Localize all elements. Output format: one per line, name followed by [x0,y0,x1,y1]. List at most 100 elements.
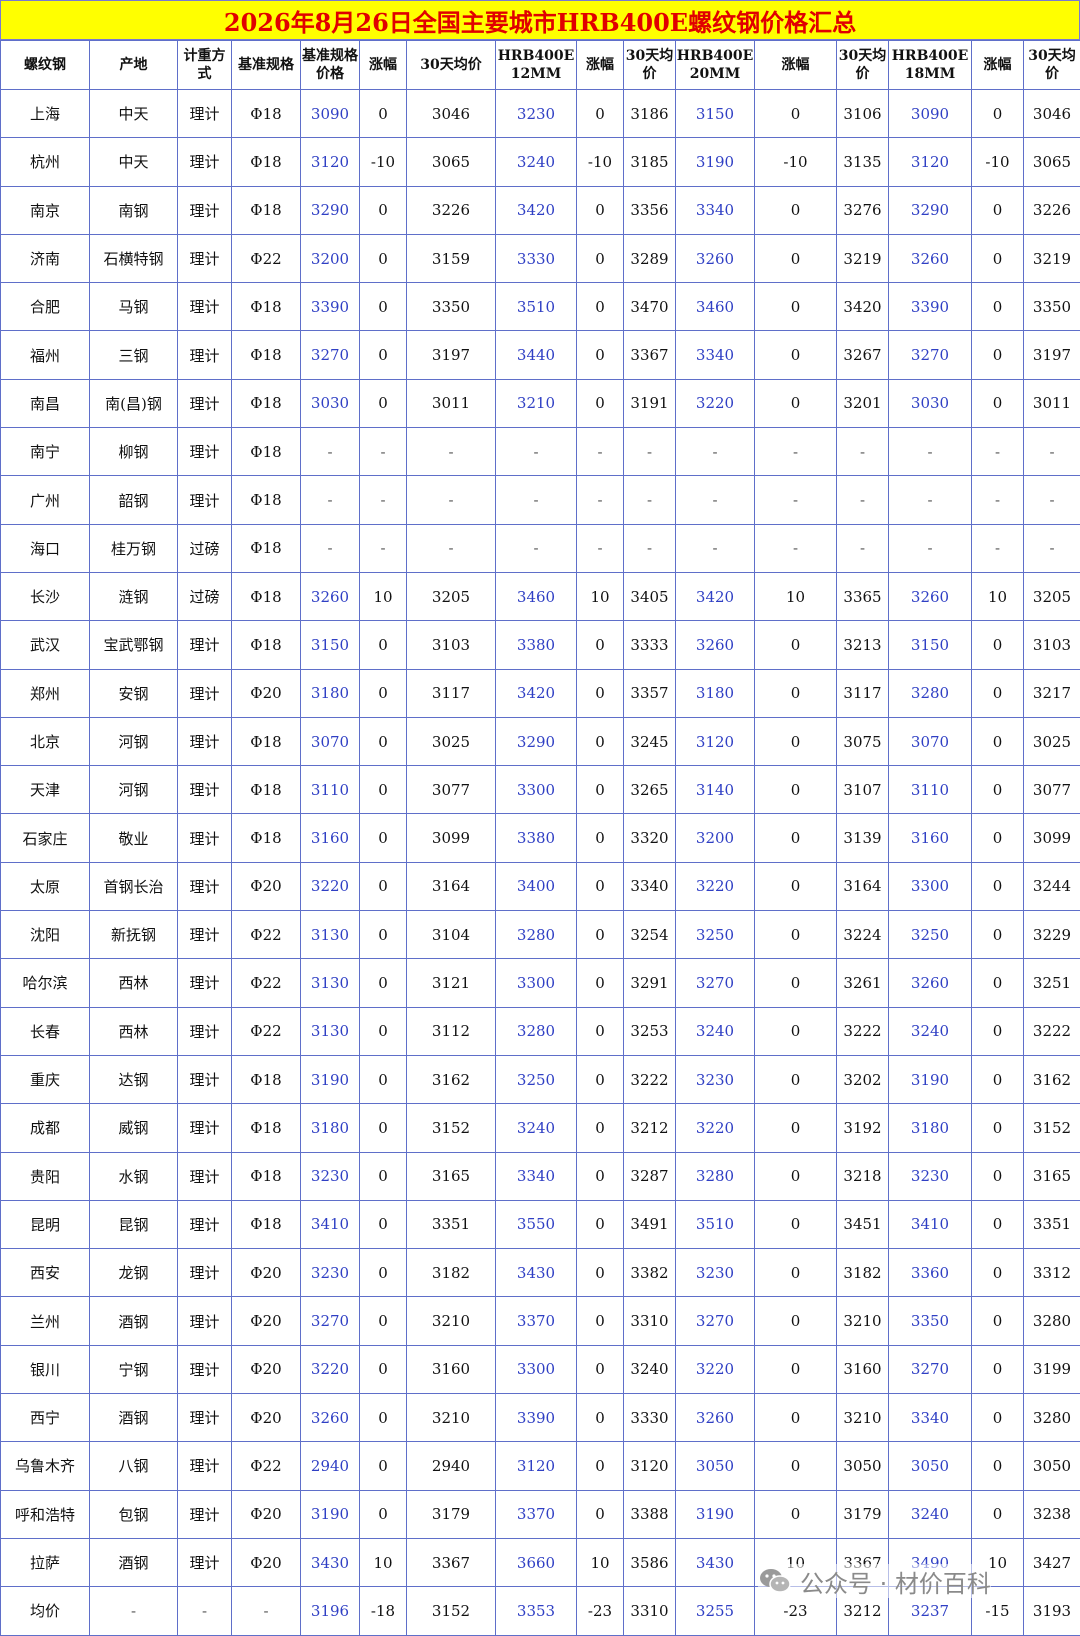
table-cell: 3280 [889,669,972,717]
table-cell: 理计 [178,1152,232,1200]
table-cell: 3180 [301,1104,360,1152]
table-cell: 0 [755,959,837,1007]
table-cell: 理计 [178,1200,232,1248]
table-cell: 0 [577,234,624,282]
table-cell: 0 [577,862,624,910]
table-cell: 沈阳 [1,911,90,959]
table-cell: 3046 [1024,90,1080,138]
table-cell: 0 [360,1152,407,1200]
table-cell: 3357 [624,669,676,717]
table-cell: 武汉 [1,621,90,669]
table-cell: 理计 [178,959,232,1007]
table-cell: 0 [577,379,624,427]
table-cell: 3240 [624,1345,676,1393]
table-cell: 3251 [1024,959,1080,1007]
table-cell: 3460 [676,283,755,331]
table-cell: 3350 [889,1297,972,1345]
table-cell: 3220 [676,1104,755,1152]
table-cell: - [676,524,755,572]
table-cell: 0 [360,234,407,282]
table-cell: 0 [972,1200,1024,1248]
table-cell: 3210 [496,379,577,427]
table-cell: 3410 [301,1200,360,1248]
table-cell: 3046 [407,90,496,138]
table-cell: 3312 [1024,1249,1080,1297]
table-cell: -10 [360,138,407,186]
table-cell: 北京 [1,717,90,765]
table-cell: 3280 [1024,1297,1080,1345]
table-cell: 3230 [301,1249,360,1297]
table-cell: - [407,524,496,572]
table-cell: 3162 [1024,1055,1080,1103]
table-cell: 10 [755,572,837,620]
table-cell: 0 [577,1394,624,1442]
table-cell: 10 [360,572,407,620]
header-row: 螺纹钢产地计重方式基准规格基准规格价格涨幅30天均价HRB400E 12MM涨幅… [1,41,1080,90]
table-cell: Φ20 [232,669,301,717]
table-row: 石家庄敬业理计Φ18316003099338003320320003139316… [1,814,1080,862]
table-cell: 3220 [301,1345,360,1393]
table-cell: - [496,428,577,476]
table-cell: 西安 [1,1249,90,1297]
table-row: 呼和浩特包钢理计Φ2031900317933700338831900317932… [1,1490,1080,1538]
table-cell: 理计 [178,1104,232,1152]
table-cell: 3159 [407,234,496,282]
table-cell: 3213 [837,621,889,669]
table-cell: 0 [360,911,407,959]
table-cell: 3330 [496,234,577,282]
table-cell: 0 [360,621,407,669]
table-cell: 3130 [301,1007,360,1055]
table-cell: 0 [972,959,1024,1007]
table-cell: - [360,428,407,476]
watermark-text: 公众号 · 材价百科 [800,1564,991,1599]
table-cell: 3390 [496,1394,577,1442]
table-cell: 3220 [676,379,755,427]
table-cell: 八钢 [90,1442,178,1490]
table-cell: 3212 [624,1104,676,1152]
table-cell: 3460 [496,572,577,620]
table-cell: 0 [972,717,1024,765]
table-cell: 3270 [676,959,755,1007]
table-cell: 3106 [837,90,889,138]
table-cell: 0 [360,379,407,427]
table-cell: 0 [755,331,837,379]
table-cell: 10 [577,1538,624,1586]
price-table: 螺纹钢产地计重方式基准规格基准规格价格涨幅30天均价HRB400E 12MM涨幅… [0,40,1080,1636]
table-row: 哈尔滨西林理计Φ22313003121330003291327003261326… [1,959,1080,1007]
table-cell: 均价 [1,1587,90,1635]
column-header: 基准规格价格 [301,41,360,90]
table-cell: - [360,476,407,524]
table-cell: 3104 [407,911,496,959]
table-cell: 0 [577,186,624,234]
table-cell: 0 [972,911,1024,959]
table-row: 南昌南(昌)钢理计Φ183030030113210031913220032013… [1,379,1080,427]
table-cell: 0 [360,1442,407,1490]
table-cell: 3077 [407,766,496,814]
table-cell: 理计 [178,621,232,669]
column-header: 涨幅 [577,41,624,90]
table-cell: 10 [360,1538,407,1586]
table-cell: - [178,1587,232,1635]
table-cell: 3218 [837,1152,889,1200]
table-cell: 柳钢 [90,428,178,476]
table-cell: 3291 [624,959,676,1007]
table-cell: 3120 [496,1442,577,1490]
table-cell: 理计 [178,669,232,717]
table-cell: 3150 [676,90,755,138]
table-cell: 3300 [496,959,577,1007]
table-cell: 3370 [496,1297,577,1345]
table-cell: 3240 [496,1104,577,1152]
table-cell: 理计 [178,234,232,282]
table-cell: 0 [972,283,1024,331]
table-cell: 3240 [889,1007,972,1055]
table-cell: 南宁 [1,428,90,476]
table-cell: 3065 [407,138,496,186]
table-cell: 3260 [301,1394,360,1442]
table-cell: 成都 [1,1104,90,1152]
table-cell: 0 [577,1055,624,1103]
table-cell: - [624,476,676,524]
table-cell: 0 [360,1345,407,1393]
table-cell: 3356 [624,186,676,234]
table-cell: 3110 [301,766,360,814]
table-cell: - [577,524,624,572]
